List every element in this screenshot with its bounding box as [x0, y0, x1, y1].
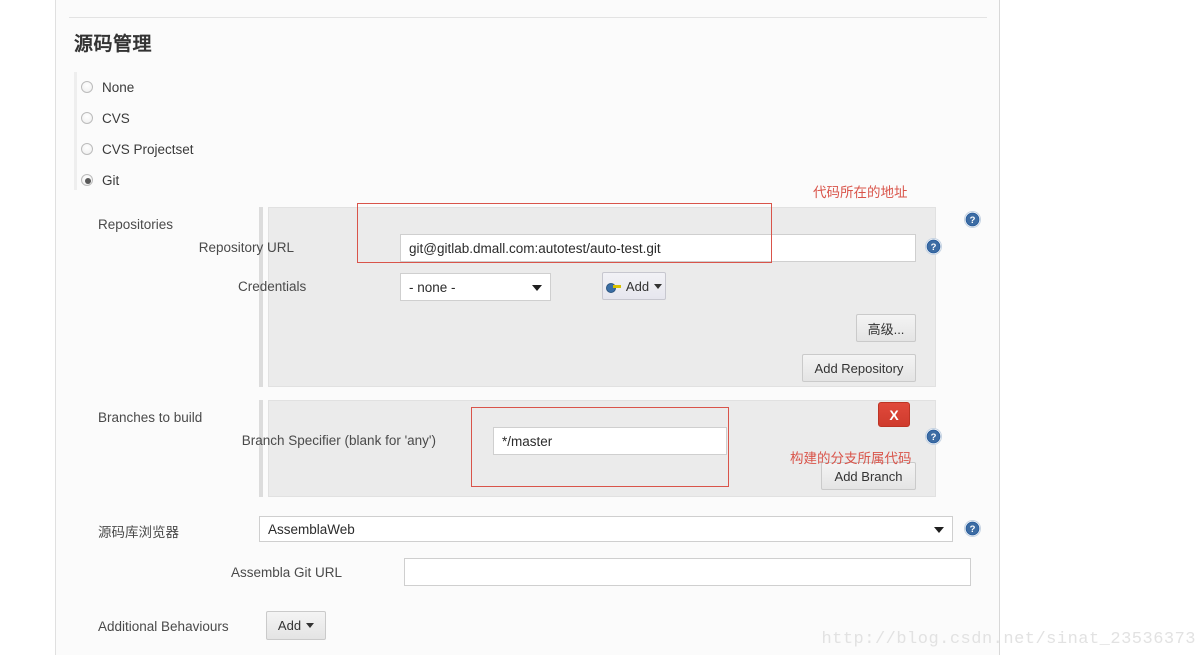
- assembla-git-url-input[interactable]: [404, 558, 971, 586]
- add-branch-button-label: Add Branch: [834, 468, 903, 484]
- repositories-block-rail: [259, 207, 263, 387]
- radio-indicator-cvs-projectset[interactable]: [81, 143, 93, 155]
- credentials-add-label: Add: [625, 278, 650, 294]
- chevron-down-icon: [934, 527, 944, 533]
- svg-text:?: ?: [931, 432, 937, 443]
- page-title: 源码管理: [74, 34, 153, 55]
- watermark: http://blog.csdn.net/sinat_23536373: [821, 630, 1196, 649]
- repository-browser-selected-value: AssemblaWeb: [268, 521, 355, 537]
- delete-branch-label: X: [889, 406, 899, 423]
- advanced-button-label: 高级...: [867, 321, 905, 337]
- svg-text:?: ?: [970, 215, 976, 226]
- branches-block-rail: [259, 400, 263, 497]
- repositories-help-icon[interactable]: ?: [964, 211, 981, 228]
- repository-url-label: Repository URL: [198, 240, 294, 255]
- scm-radio-cvs[interactable]: CVS: [81, 107, 130, 129]
- radio-indicator-git[interactable]: [81, 174, 93, 186]
- delete-branch-button[interactable]: X: [878, 402, 910, 427]
- scm-radio-label-cvs-projectset: CVS Projectset: [102, 141, 194, 157]
- assembla-git-url-label: Assembla Git URL: [231, 565, 343, 580]
- scm-radio-none[interactable]: None: [81, 76, 134, 98]
- scm-radio-label-cvs: CVS: [102, 110, 130, 126]
- additional-behaviours-add-button[interactable]: Add: [266, 611, 326, 640]
- radio-group-rail: [74, 72, 77, 190]
- repository-browser-select[interactable]: AssemblaWeb: [259, 516, 953, 542]
- credentials-add-button[interactable]: Add: [602, 272, 666, 300]
- repository-url-input[interactable]: [400, 234, 916, 262]
- repository-url-help-icon[interactable]: ?: [925, 238, 942, 255]
- annotation-text-repository-url: 代码所在的地址: [813, 185, 908, 200]
- scm-config-panel: 源码管理 None CVS CVS Projectset Git Reposit…: [55, 0, 1000, 655]
- annotation-text-branch-specifier: 构建的分支所属代码: [790, 451, 912, 466]
- add-repository-button[interactable]: Add Repository: [802, 354, 916, 382]
- scm-radio-git[interactable]: Git: [81, 169, 119, 191]
- screenshot-root: 源码管理 None CVS CVS Projectset Git Reposit…: [0, 0, 1199, 655]
- repositories-gutter-label: Repositories: [98, 217, 174, 232]
- additional-behaviours-add-label: Add: [277, 618, 302, 633]
- svg-text:?: ?: [970, 524, 976, 535]
- key-icon: [605, 281, 621, 293]
- branch-specifier-label: Branch Specifier (blank for 'any'): [241, 433, 436, 448]
- browser-gutter-label: 源码库浏览器: [98, 525, 179, 540]
- scm-radio-cvs-projectset[interactable]: CVS Projectset: [81, 138, 194, 160]
- add-repository-button-label: Add Repository: [814, 360, 904, 376]
- branch-specifier-help-icon[interactable]: ?: [925, 428, 942, 445]
- branches-gutter-label: Branches to build: [98, 410, 203, 425]
- additional-behaviours-gutter-label: Additional Behaviours: [98, 619, 229, 634]
- credentials-label: Credentials: [238, 279, 307, 294]
- credentials-selected-value: - none -: [409, 279, 456, 295]
- chevron-down-icon: [306, 623, 315, 628]
- panel-top-divider: [69, 17, 987, 18]
- branch-specifier-input[interactable]: [493, 427, 727, 455]
- chevron-down-icon: [532, 285, 542, 291]
- chevron-down-icon: [654, 283, 663, 289]
- credentials-select[interactable]: - none -: [400, 273, 551, 301]
- advanced-button[interactable]: 高级...: [856, 314, 916, 342]
- repository-browser-help-icon[interactable]: ?: [964, 520, 981, 537]
- radio-indicator-none[interactable]: [81, 81, 93, 93]
- radio-indicator-cvs[interactable]: [81, 112, 93, 124]
- scm-radio-label-git: Git: [102, 172, 120, 188]
- svg-text:?: ?: [931, 242, 937, 253]
- scm-radio-label-none: None: [102, 79, 135, 95]
